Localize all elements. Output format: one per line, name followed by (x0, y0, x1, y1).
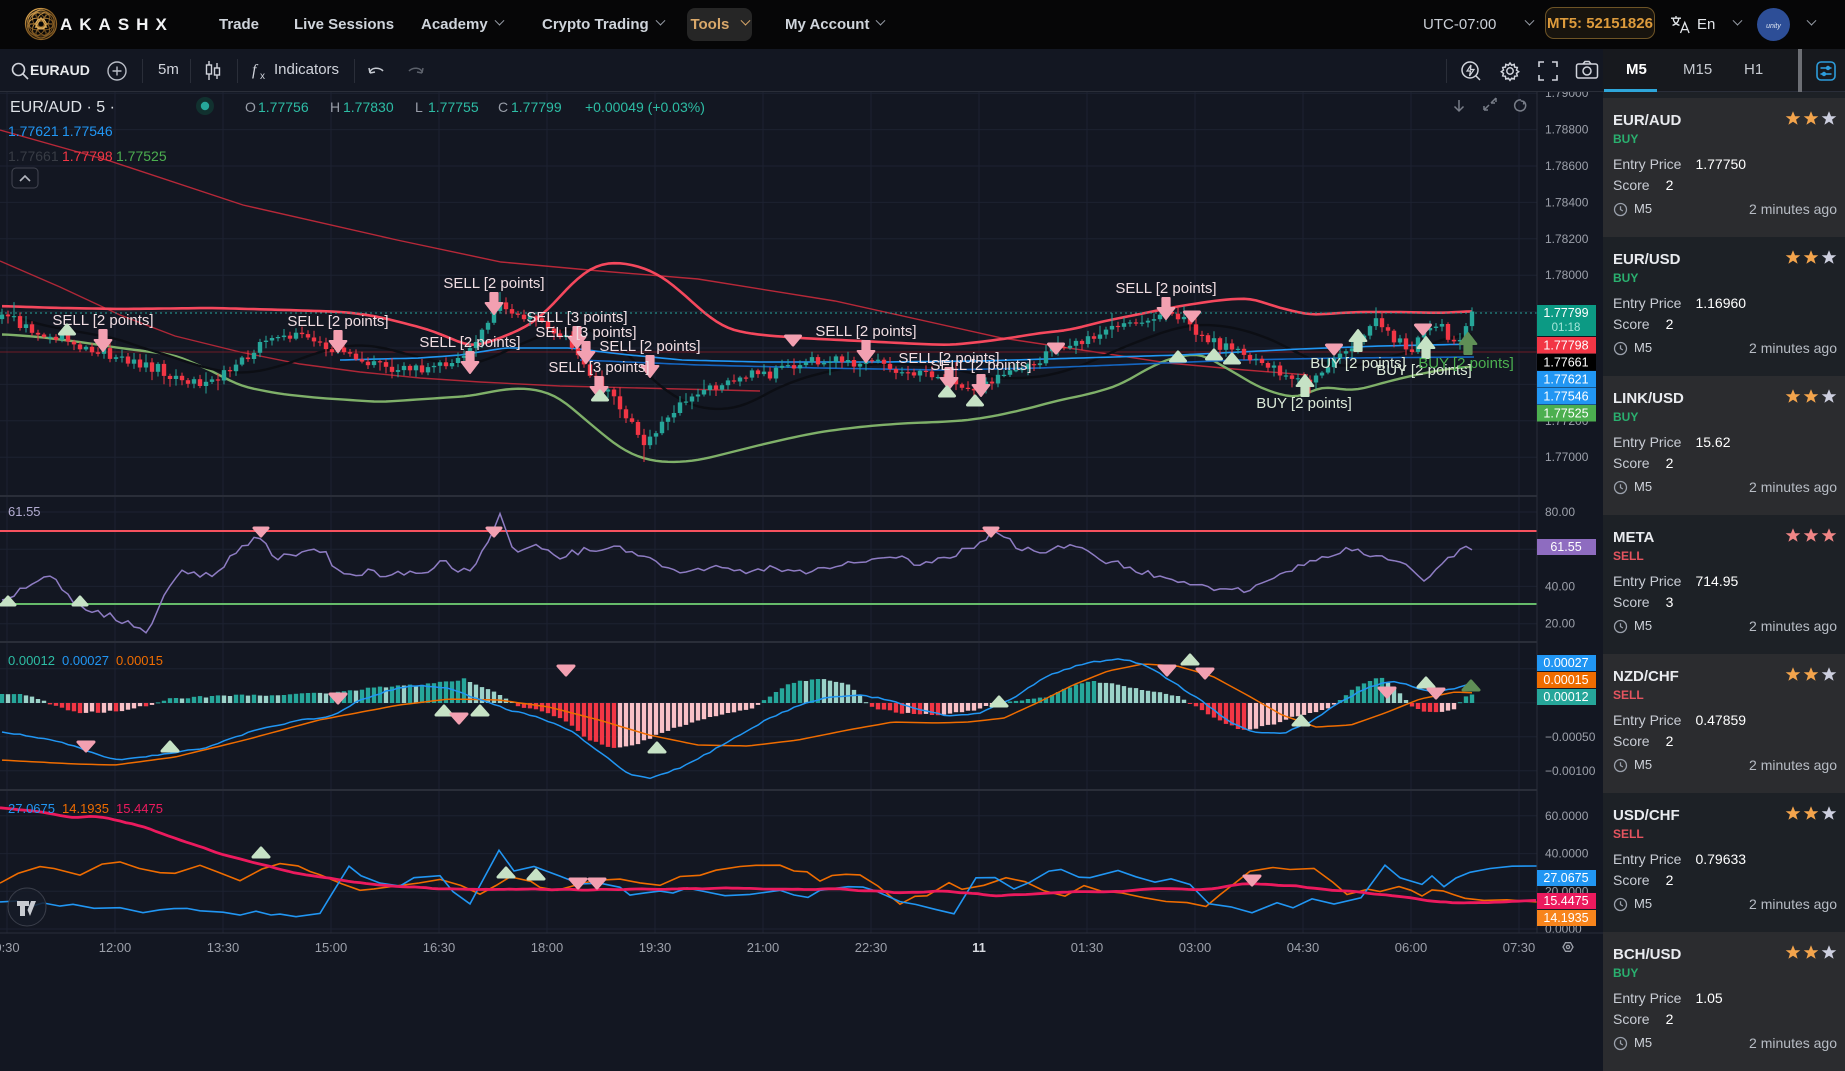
svg-text:SELL [2 points]: SELL [2 points] (443, 275, 544, 292)
svg-text:SELL [3 points]: SELL [3 points] (548, 359, 649, 376)
svg-text:1.77755: 1.77755 (428, 99, 479, 115)
svg-text:H: H (330, 99, 340, 115)
svg-text:SELL [2 points]: SELL [2 points] (287, 313, 388, 330)
svg-text:60.0000: 60.0000 (1545, 809, 1589, 823)
svg-text:01:18: 01:18 (1552, 322, 1581, 334)
svg-text:1.78600: 1.78600 (1545, 159, 1589, 173)
svg-text:1.77546: 1.77546 (62, 123, 113, 139)
svg-text:15:00: 15:00 (315, 940, 348, 955)
svg-text:11: 11 (972, 940, 986, 955)
svg-text:0.00027: 0.00027 (62, 653, 109, 668)
svg-text:61.55: 61.55 (8, 504, 41, 519)
svg-text:19:30: 19:30 (639, 940, 672, 955)
svg-text:1.78200: 1.78200 (1545, 232, 1589, 246)
svg-text:22:30: 22:30 (855, 940, 888, 955)
svg-text:14.1935: 14.1935 (1543, 911, 1588, 925)
svg-text:1.77525: 1.77525 (1543, 406, 1588, 420)
svg-text:0.00027: 0.00027 (1543, 656, 1588, 670)
svg-text:−0.00100: −0.00100 (1545, 764, 1596, 778)
svg-text:20.00: 20.00 (1545, 617, 1575, 631)
svg-text:1.77798: 1.77798 (1543, 338, 1588, 352)
svg-text:61.55: 61.55 (1550, 540, 1581, 554)
svg-text:1.79000: 1.79000 (1545, 92, 1589, 100)
svg-text:SELL [2 points]: SELL [2 points] (419, 334, 520, 351)
svg-text:07:30: 07:30 (1503, 940, 1536, 955)
svg-text:C: C (498, 99, 508, 115)
svg-text:SELL [2 points]: SELL [2 points] (815, 323, 916, 340)
svg-text:1.78800: 1.78800 (1545, 123, 1589, 137)
svg-text:BUY [2 points]: BUY [2 points] (1418, 355, 1514, 372)
svg-text:01:30: 01:30 (1071, 940, 1104, 955)
svg-text:14.1935: 14.1935 (62, 801, 109, 816)
svg-text:0.00015: 0.00015 (116, 653, 163, 668)
svg-text:13:30: 13:30 (207, 940, 240, 955)
svg-text:1.77661: 1.77661 (8, 148, 59, 164)
svg-text:04:30: 04:30 (1287, 940, 1320, 955)
svg-text:0.00012: 0.00012 (1543, 690, 1588, 704)
svg-text:1.77798: 1.77798 (62, 148, 113, 164)
svg-text:1.78000: 1.78000 (1545, 268, 1589, 282)
svg-text:+0.00049 (+0.03%): +0.00049 (+0.03%) (585, 99, 705, 115)
svg-text:16:30: 16:30 (423, 940, 456, 955)
svg-text:x: x (260, 71, 265, 82)
svg-text:unity: unity (1766, 23, 1781, 30)
svg-text:0.00012: 0.00012 (8, 653, 55, 668)
svg-text:0.00015: 0.00015 (1543, 673, 1588, 687)
svg-text:SELL [2 points]: SELL [2 points] (930, 357, 1031, 374)
svg-text:21:00: 21:00 (747, 940, 780, 955)
svg-text:SELL [2 points]: SELL [2 points] (1115, 280, 1216, 297)
svg-text:0:30: 0:30 (0, 940, 20, 955)
svg-text:L: L (415, 99, 423, 115)
svg-text:40.0000: 40.0000 (1545, 847, 1589, 861)
svg-text:15.4475: 15.4475 (1543, 894, 1588, 908)
svg-text:1.77621: 1.77621 (8, 123, 59, 139)
svg-text:27.0675: 27.0675 (1543, 871, 1588, 885)
svg-text:1.77799: 1.77799 (511, 99, 562, 115)
svg-text:1.77830: 1.77830 (343, 99, 394, 115)
svg-text:1.77000: 1.77000 (1545, 450, 1589, 464)
svg-text:f: f (252, 62, 259, 79)
svg-text:−0.00050: −0.00050 (1545, 730, 1596, 744)
svg-text:06:00: 06:00 (1395, 940, 1428, 955)
svg-text:EUR/AUD · 5 ·: EUR/AUD · 5 · (10, 99, 115, 116)
svg-text:1.77621: 1.77621 (1543, 372, 1588, 386)
svg-text:18:00: 18:00 (531, 940, 564, 955)
svg-text:27.0675: 27.0675 (8, 801, 55, 816)
svg-text:12:00: 12:00 (99, 940, 132, 955)
svg-text:O: O (245, 99, 256, 115)
svg-text:1.78400: 1.78400 (1545, 195, 1589, 209)
svg-text:80.00: 80.00 (1545, 505, 1575, 519)
svg-text:15.4475: 15.4475 (116, 801, 163, 816)
svg-text:BUY [2 points]: BUY [2 points] (1256, 395, 1352, 412)
svg-text:03:00: 03:00 (1179, 940, 1212, 955)
svg-text:1.77756: 1.77756 (258, 99, 309, 115)
svg-text:40.00: 40.00 (1545, 579, 1575, 593)
svg-text:1.77546: 1.77546 (1543, 389, 1588, 403)
svg-text:1.77661: 1.77661 (1543, 355, 1588, 369)
svg-text:1.77525: 1.77525 (116, 148, 167, 164)
svg-text:1.77799: 1.77799 (1543, 306, 1588, 320)
svg-text:SELL [2 points]: SELL [2 points] (599, 338, 700, 355)
